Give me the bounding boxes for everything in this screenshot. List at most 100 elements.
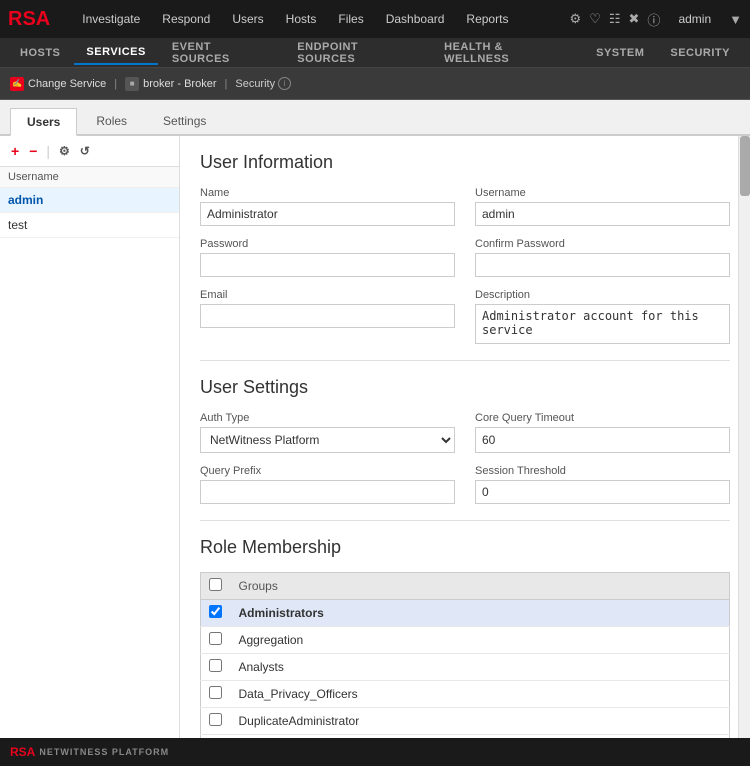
query-prefix-label: Query Prefix xyxy=(200,465,455,477)
second-nav-system[interactable]: SYSTEM xyxy=(584,42,656,64)
footer-logo: RSA NETWITNESS PLATFORM xyxy=(10,745,169,759)
scrollbar-track[interactable] xyxy=(738,136,750,738)
name-group: Name xyxy=(200,187,455,226)
table-row: Administrators xyxy=(201,600,730,627)
email-label: Email xyxy=(200,289,455,301)
scissors-icon[interactable]: ✖ xyxy=(629,11,640,27)
grid-icon[interactable]: ☷ xyxy=(609,11,621,27)
admin-label[interactable]: admin xyxy=(668,6,721,32)
breadcrumb-sep-1: | xyxy=(114,78,117,90)
core-query-timeout-input[interactable] xyxy=(475,427,730,453)
user-list-header: Username xyxy=(0,167,179,188)
auth-type-select[interactable]: NetWitness Platform LDAP RADIUS xyxy=(200,427,455,453)
password-group: Password xyxy=(200,238,455,277)
second-navigation: HOSTS SERVICES EVENT SOURCES ENDPOINT SO… xyxy=(0,38,750,68)
role-name-analysts: Analysts xyxy=(231,654,730,681)
breadcrumb-sep-2: | xyxy=(225,78,228,90)
rsa-logo: RSA xyxy=(8,8,52,31)
second-nav-services[interactable]: SERVICES xyxy=(74,41,157,65)
description-group: Description Administrator account for th… xyxy=(475,289,730,344)
role-groups-header: Groups xyxy=(231,573,730,600)
nav-dashboard[interactable]: Dashboard xyxy=(376,6,455,32)
nav-hosts[interactable]: Hosts xyxy=(276,6,327,32)
name-input[interactable] xyxy=(200,202,455,226)
session-threshold-group: Session Threshold xyxy=(475,465,730,504)
nav-files[interactable]: Files xyxy=(328,6,373,32)
broker-label[interactable]: broker - Broker xyxy=(143,78,216,90)
settings-icon[interactable]: ⚙ xyxy=(570,11,582,27)
user-list-item-admin[interactable]: admin xyxy=(0,188,179,213)
scrollbar-thumb[interactable] xyxy=(740,136,750,196)
password-input[interactable] xyxy=(200,253,455,277)
data-privacy-checkbox[interactable] xyxy=(209,686,222,699)
table-row: Analysts xyxy=(201,654,730,681)
query-prefix-input[interactable] xyxy=(200,480,455,504)
footer-tagline: NETWITNESS PLATFORM xyxy=(39,747,169,757)
help-icon[interactable]: ⓘ xyxy=(647,10,660,29)
duplicate-admin-checkbox[interactable] xyxy=(209,713,222,726)
administrators-checkbox[interactable] xyxy=(209,605,222,618)
broker-breadcrumb[interactable]: ■ broker - Broker xyxy=(125,77,216,91)
description-textarea[interactable]: Administrator account for this service xyxy=(475,304,730,344)
change-service-label[interactable]: Change Service xyxy=(28,78,106,90)
second-nav-event-sources[interactable]: EVENT SOURCES xyxy=(160,36,283,70)
bell-icon[interactable]: ♡ xyxy=(589,11,601,27)
refresh-button[interactable]: ↺ xyxy=(77,143,93,159)
aggregation-checkbox[interactable] xyxy=(209,632,222,645)
nav-investigate[interactable]: Investigate xyxy=(72,6,150,32)
session-threshold-input[interactable] xyxy=(475,480,730,504)
auth-type-label: Auth Type xyxy=(200,412,455,424)
tab-settings[interactable]: Settings xyxy=(146,107,223,134)
change-service-icon: ✍ xyxy=(10,77,24,91)
dropdown-icon[interactable]: ▼ xyxy=(729,12,742,27)
user-info-title: User Information xyxy=(200,152,730,173)
second-nav-endpoint-sources[interactable]: ENDPOINT SOURCES xyxy=(285,36,430,70)
username-label: Username xyxy=(475,187,730,199)
auth-timeout-row: Auth Type NetWitness Platform LDAP RADIU… xyxy=(200,412,730,453)
second-nav-health-wellness[interactable]: HEALTH & WELLNESS xyxy=(432,36,582,70)
confirm-password-label: Confirm Password xyxy=(475,238,730,250)
role-name-cell: Administrators xyxy=(231,600,730,627)
nav-respond[interactable]: Respond xyxy=(152,6,220,32)
confirm-password-input[interactable] xyxy=(475,253,730,277)
gear-settings-button[interactable]: ⚙ xyxy=(56,143,73,159)
add-user-button[interactable]: + xyxy=(8,142,22,160)
top-nav-right: ⚙ ♡ ☷ ✖ ⓘ admin ▼ xyxy=(570,6,742,32)
table-row: DuplicateAnalysts xyxy=(201,735,730,739)
auth-type-group: Auth Type NetWitness Platform LDAP RADIU… xyxy=(200,412,455,453)
tab-bar: Users Roles Settings xyxy=(0,100,750,136)
analysts-checkbox[interactable] xyxy=(209,659,222,672)
section-divider-2 xyxy=(200,520,730,521)
email-input[interactable] xyxy=(200,304,455,328)
role-checkbox-cell xyxy=(201,600,231,627)
tab-roles[interactable]: Roles xyxy=(79,107,144,134)
name-username-row: Name Username xyxy=(200,187,730,226)
user-list-toolbar: + − | ⚙ ↺ xyxy=(0,136,179,167)
email-description-row: Email Description Administrator account … xyxy=(200,289,730,344)
remove-user-button[interactable]: − xyxy=(26,142,40,160)
query-prefix-group: Query Prefix xyxy=(200,465,455,504)
email-group: Email xyxy=(200,289,455,344)
left-panel: + − | ⚙ ↺ Username admin test xyxy=(0,136,180,738)
username-input[interactable] xyxy=(475,202,730,226)
nav-users[interactable]: Users xyxy=(222,6,273,32)
broker-icon: ■ xyxy=(125,77,139,91)
core-query-timeout-label: Core Query Timeout xyxy=(475,412,730,424)
description-label: Description xyxy=(475,289,730,301)
second-nav-security[interactable]: SECURITY xyxy=(658,42,742,64)
user-list-item-test[interactable]: test xyxy=(0,213,179,238)
security-label[interactable]: Security xyxy=(235,78,275,90)
main-content: + − | ⚙ ↺ Username admin test User Infor… xyxy=(0,136,750,738)
role-header-checkbox[interactable] xyxy=(209,578,222,591)
tab-users[interactable]: Users xyxy=(10,108,77,136)
top-nav-items: Investigate Respond Users Hosts Files Da… xyxy=(72,6,569,32)
nav-reports[interactable]: Reports xyxy=(456,6,518,32)
username-group: Username xyxy=(475,187,730,226)
section-divider-1 xyxy=(200,360,730,361)
name-label: Name xyxy=(200,187,455,199)
password-label: Password xyxy=(200,238,455,250)
role-name-duplicate-analysts: DuplicateAnalysts xyxy=(231,735,730,739)
security-info-icon[interactable]: i xyxy=(278,77,291,90)
change-service-breadcrumb[interactable]: ✍ Change Service xyxy=(10,77,106,91)
second-nav-hosts[interactable]: HOSTS xyxy=(8,42,72,64)
